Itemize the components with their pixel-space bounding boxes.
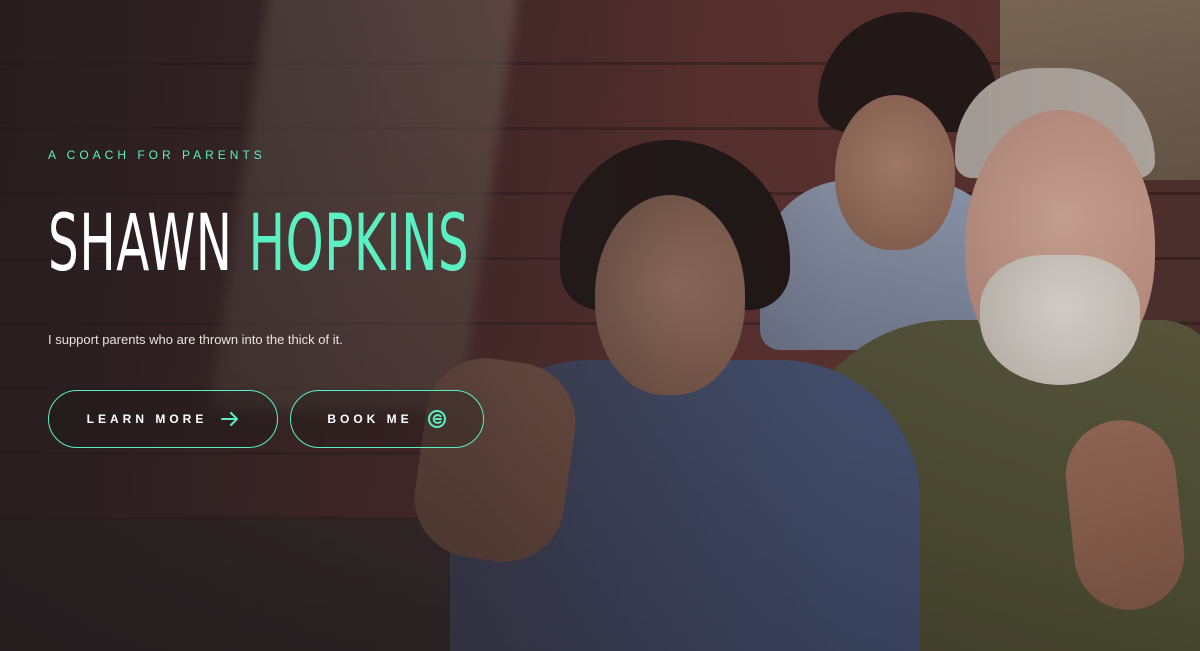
learn-more-label: LEARN MORE — [86, 412, 208, 426]
book-me-label: BOOK ME — [327, 412, 413, 426]
hero-section: A COACH FOR PARENTS SHAWN HOPKINS I supp… — [0, 0, 1200, 651]
title-last-name: HOPKINS — [248, 199, 470, 289]
hero-subtitle: I support parents who are thrown into th… — [48, 332, 343, 347]
hero-eyebrow: A COACH FOR PARENTS — [48, 148, 266, 162]
arrow-right-icon — [221, 412, 239, 426]
hero-buttons: LEARN MORE BOOK ME — [48, 390, 484, 448]
learn-more-button[interactable]: LEARN MORE — [48, 390, 278, 448]
book-me-button[interactable]: BOOK ME — [290, 390, 484, 448]
title-first-name: SHAWN — [48, 199, 233, 289]
hero-title: SHAWN HOPKINS — [48, 205, 469, 283]
dark-overlay — [0, 0, 1200, 651]
booking-logo-icon — [427, 409, 447, 429]
